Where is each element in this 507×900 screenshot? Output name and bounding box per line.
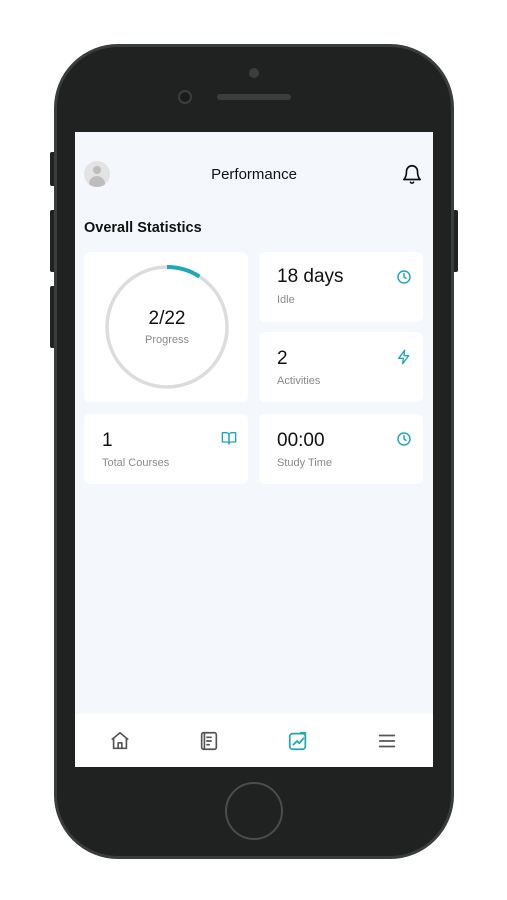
app-screen: Performance Overall Statistics 2/22 Prog…: [75, 132, 433, 767]
front-camera: [178, 90, 192, 104]
activities-value: 2: [277, 348, 288, 369]
document-icon[interactable]: [198, 730, 220, 752]
progress-card[interactable]: 2/22 Progress: [84, 252, 248, 402]
idle-label: Idle: [277, 294, 295, 306]
study-time-card[interactable]: 00:00 Study Time: [259, 414, 423, 484]
phone-home-button[interactable]: [225, 782, 283, 840]
lightning-icon: [398, 349, 410, 365]
chart-icon[interactable]: [287, 730, 309, 752]
total-courses-label: Total Courses: [102, 457, 170, 469]
activities-label: Activities: [277, 375, 321, 387]
earpiece-speaker: [217, 94, 291, 100]
section-title: Overall Statistics: [84, 220, 202, 236]
book-icon: [221, 432, 237, 445]
progress-label: Progress: [144, 334, 190, 346]
idle-card[interactable]: 18 days Idle: [259, 252, 423, 322]
activities-card[interactable]: 2 Activities: [259, 332, 423, 402]
total-courses-card[interactable]: 1 Total Courses: [84, 414, 248, 484]
app-header: Performance: [75, 132, 433, 218]
bell-icon[interactable]: [401, 162, 423, 186]
home-icon[interactable]: [109, 730, 131, 752]
menu-icon[interactable]: [376, 730, 398, 752]
bottom-tab-bar: [75, 714, 433, 767]
progress-value: 2/22: [148, 308, 186, 329]
page-title: Performance: [211, 166, 297, 183]
clock-icon: [397, 270, 411, 284]
study-time-label: Study Time: [277, 457, 333, 469]
study-time-value: 00:00: [277, 430, 325, 451]
idle-value: 18 days: [277, 266, 344, 287]
proximity-sensor: [249, 68, 259, 78]
total-courses-value: 1: [102, 430, 113, 451]
clock-icon: [397, 432, 411, 446]
